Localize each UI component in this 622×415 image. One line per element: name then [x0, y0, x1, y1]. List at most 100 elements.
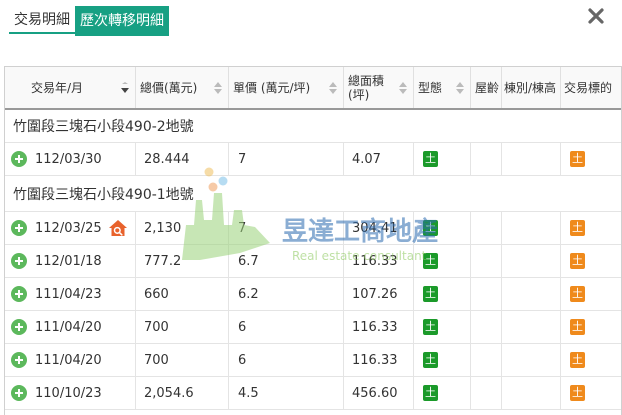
sort-icon — [399, 82, 407, 94]
cell-date: 112/03/25 — [5, 212, 136, 244]
cell-area: 107.26 — [344, 278, 414, 310]
cell-building — [502, 212, 561, 244]
sort-icon — [214, 82, 222, 94]
cell-area: 4.07 — [344, 143, 414, 175]
land-target-badge[interactable]: 土 — [570, 286, 585, 302]
column-header-label: 屋齡 — [475, 80, 500, 95]
transfer-table: 交易年/月 總價(萬元) 單價 (萬元/坪) 總面積 (坪) 型態 屋齡 棟別/… — [4, 66, 622, 415]
cell-building — [502, 245, 561, 277]
cell-age — [471, 278, 502, 310]
land-target-badge[interactable]: 土 — [570, 319, 585, 335]
cell-age — [471, 245, 502, 277]
column-header-total-price[interactable]: 總價(萬元) — [136, 67, 229, 108]
land-type-badge: 土 — [423, 352, 438, 368]
tab-transfer-history[interactable]: 歷次轉移明細 — [75, 6, 169, 36]
expand-plus-icon[interactable] — [11, 352, 27, 368]
cell-total-price: 660 — [136, 278, 229, 310]
cell-total-price: 28.444 — [136, 143, 229, 175]
cell-total-price: 2,130 — [136, 212, 229, 244]
column-header-label: 總面積 (坪) — [348, 73, 385, 102]
cell-unit-price: 7 — [229, 143, 344, 175]
cell-building — [502, 143, 561, 175]
column-header-label: 單價 (萬元/坪) — [233, 80, 311, 95]
tab-bar: 交易明細 歷次轉移明細 — [9, 6, 169, 36]
cell-total-price: 2,054.6 — [136, 377, 229, 409]
column-header-area[interactable]: 總面積 (坪) — [344, 67, 414, 108]
date-value: 112/03/25 — [35, 220, 102, 236]
cell-target: 土 — [561, 377, 621, 409]
cell-total-price: 700 — [136, 311, 229, 343]
land-type-badge: 土 — [423, 220, 438, 236]
sort-icon — [329, 82, 337, 94]
cell-total-price: 777.2 — [136, 245, 229, 277]
column-header-label: 棟別/棟高 — [504, 80, 557, 95]
column-header-label: 交易年/月 — [31, 80, 84, 95]
cell-unit-price: 6.2 — [229, 278, 344, 310]
cell-unit-price: 6 — [229, 311, 344, 343]
table-row: 112/01/18 777.2 6.7 116.33 土 土 — [5, 245, 621, 278]
cell-date: 111/04/20 — [5, 311, 136, 343]
cell-area: 116.33 — [344, 344, 414, 376]
land-type-badge: 土 — [423, 319, 438, 335]
expand-plus-icon[interactable] — [11, 220, 27, 236]
table-row: 111/04/23 660 6.2 107.26 土 土 — [5, 278, 621, 311]
cell-building — [502, 311, 561, 343]
house-search-icon[interactable] — [108, 219, 128, 237]
land-target-badge[interactable]: 土 — [570, 352, 585, 368]
date-value: 112/01/18 — [35, 253, 102, 269]
cell-building — [502, 344, 561, 376]
table-header: 交易年/月 總價(萬元) 單價 (萬元/坪) 總面積 (坪) 型態 屋齡 棟別/… — [5, 67, 621, 110]
land-target-badge[interactable]: 土 — [570, 253, 585, 269]
cell-age — [471, 143, 502, 175]
group-header-row: 竹圍段三塊石小段490-1地號 — [5, 176, 621, 212]
column-header-unit-price[interactable]: 單價 (萬元/坪) — [229, 67, 344, 108]
cell-date: 110/10/23 — [5, 377, 136, 409]
cell-type: 土 — [414, 344, 471, 376]
cell-date: 112/01/18 — [5, 245, 136, 277]
cell-age — [471, 311, 502, 343]
land-target-badge[interactable]: 土 — [570, 151, 585, 167]
expand-plus-icon[interactable] — [11, 385, 27, 401]
sort-icon — [456, 82, 464, 94]
tab-transaction-details[interactable]: 交易明細 — [9, 6, 75, 34]
land-target-badge[interactable]: 土 — [570, 385, 585, 401]
expand-plus-icon[interactable] — [11, 151, 27, 167]
cell-type: 土 — [414, 212, 471, 244]
expand-plus-icon[interactable] — [11, 286, 27, 302]
column-header-type[interactable]: 型態 — [414, 67, 471, 108]
land-type-badge: 土 — [423, 253, 438, 269]
cell-type: 土 — [414, 278, 471, 310]
cell-type: 土 — [414, 143, 471, 175]
cell-target: 土 — [561, 212, 621, 244]
land-target-badge[interactable]: 土 — [570, 220, 585, 236]
cell-age — [471, 344, 502, 376]
group-title: 竹圍段三塊石小段490-2地號 — [13, 119, 194, 135]
cell-target: 土 — [561, 344, 621, 376]
cell-area: 304.41 — [344, 212, 414, 244]
column-header-building: 棟別/棟高 — [502, 67, 561, 108]
cell-total-price: 700 — [136, 344, 229, 376]
date-value: 111/04/20 — [35, 352, 102, 368]
expand-plus-icon[interactable] — [11, 253, 27, 269]
cell-date: 111/04/23 — [5, 278, 136, 310]
cell-target: 土 — [561, 245, 621, 277]
cell-building — [502, 278, 561, 310]
column-header-label: 交易標的 — [564, 80, 613, 95]
cell-age — [471, 377, 502, 409]
column-header-target: 交易標的 — [561, 67, 621, 108]
close-icon[interactable] — [586, 6, 606, 26]
expand-plus-icon[interactable] — [11, 319, 27, 335]
table-row: 111/04/20 700 6 116.33 土 土 — [5, 311, 621, 344]
cell-area: 456.60 — [344, 377, 414, 409]
cell-date: 112/03/30 — [5, 143, 136, 175]
cell-unit-price: 4.5 — [229, 377, 344, 409]
cell-target: 土 — [561, 278, 621, 310]
date-value: 111/04/20 — [35, 319, 102, 335]
land-type-badge: 土 — [423, 151, 438, 167]
cell-area: 116.33 — [344, 311, 414, 343]
cell-date: 111/04/20 — [5, 344, 136, 376]
column-header-age: 屋齡 — [471, 67, 502, 108]
column-header-date[interactable]: 交易年/月 — [5, 67, 136, 108]
table-row: 111/04/20 700 6 116.33 土 土 — [5, 344, 621, 377]
date-value: 112/03/30 — [35, 151, 102, 167]
